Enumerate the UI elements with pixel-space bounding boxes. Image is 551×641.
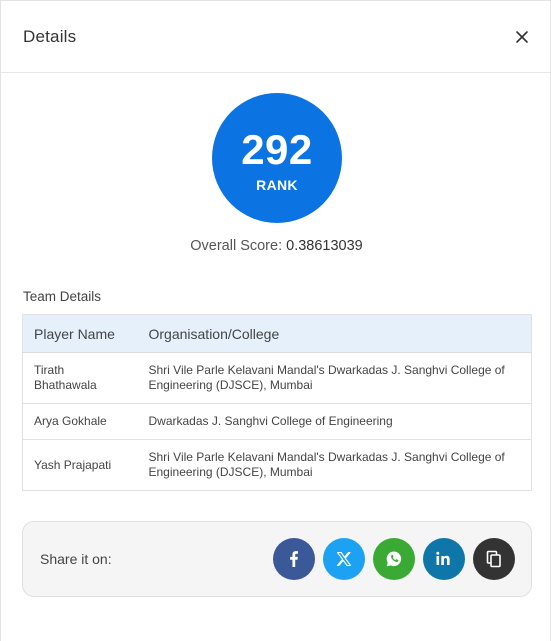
share-buttons bbox=[273, 538, 515, 580]
x-twitter-icon bbox=[336, 551, 352, 567]
rank-number: 292 bbox=[241, 126, 313, 173]
share-linkedin-button[interactable] bbox=[423, 538, 465, 580]
table-row: Arya Gokhale Dwarkadas J. Sanghvi Colleg… bbox=[22, 403, 532, 440]
share-whatsapp-button[interactable] bbox=[373, 538, 415, 580]
close-button[interactable] bbox=[510, 25, 534, 49]
player-name-cell: Yash Prajapati bbox=[22, 439, 138, 491]
modal-title: Details bbox=[23, 26, 77, 46]
table-row: Tirath Bhathawala Shri Vile Parle Kelava… bbox=[22, 352, 532, 404]
overall-score-label: Overall Score: bbox=[190, 238, 283, 254]
share-facebook-button[interactable] bbox=[273, 538, 315, 580]
organisation-cell: Shri Vile Parle Kelavani Mandal's Dwarka… bbox=[137, 439, 532, 491]
player-name-cell: Arya Gokhale bbox=[22, 403, 138, 440]
table-header-row: Player Name Organisation/College bbox=[22, 314, 532, 353]
facebook-icon bbox=[290, 551, 298, 567]
rank-label: RANK bbox=[256, 177, 298, 193]
copy-link-button[interactable] bbox=[473, 538, 515, 580]
whatsapp-icon bbox=[386, 551, 402, 567]
rank-badge: 292 RANK bbox=[212, 93, 342, 223]
copy-icon bbox=[486, 550, 501, 568]
share-label: Share it on: bbox=[40, 551, 112, 567]
modal-header: Details bbox=[1, 1, 550, 73]
column-header-player-name: Player Name bbox=[22, 314, 138, 353]
table-row: Yash Prajapati Shri Vile Parle Kelavani … bbox=[22, 439, 532, 491]
share-panel: Share it on: bbox=[22, 521, 532, 597]
linkedin-icon bbox=[436, 551, 450, 565]
player-name-cell: Tirath Bhathawala bbox=[22, 352, 138, 404]
overall-score: Overall Score: 0.38613039 bbox=[1, 238, 551, 254]
team-table: Player Name Organisation/College Tirath … bbox=[22, 314, 532, 491]
team-details-heading: Team Details bbox=[23, 289, 102, 304]
share-x-button[interactable] bbox=[323, 538, 365, 580]
close-icon bbox=[516, 30, 528, 43]
column-header-organisation: Organisation/College bbox=[137, 314, 532, 353]
details-modal: Details 292 RANK Overall Score: 0.386130… bbox=[0, 0, 551, 641]
organisation-cell: Shri Vile Parle Kelavani Mandal's Dwarka… bbox=[137, 352, 532, 404]
organisation-cell: Dwarkadas J. Sanghvi College of Engineer… bbox=[137, 403, 532, 440]
overall-score-value: 0.38613039 bbox=[286, 238, 363, 254]
